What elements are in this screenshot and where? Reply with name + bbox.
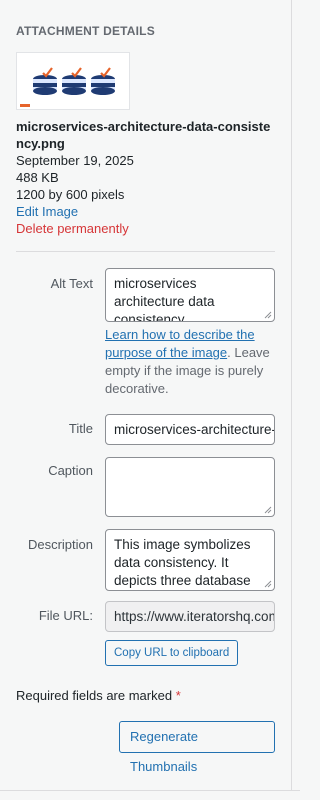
alt-text-row: Alt Text microservices architecture data… (16, 268, 275, 398)
edit-image-link[interactable]: Edit Image (16, 203, 275, 220)
file-name: microservices-architecture-data-consiste… (16, 119, 271, 151)
file-url-row: File URL: https://www.iteratorshq.com Co… (16, 601, 275, 666)
description-value: This image symbolizes data consistency. … (114, 537, 251, 588)
attachment-details-panel: ATTACHMENT DETAILS microservices-archite… (0, 0, 292, 790)
check-icon (42, 67, 53, 78)
copy-url-button[interactable]: Copy URL to clipboard (105, 640, 239, 666)
check-icon (71, 67, 82, 78)
panel-bottom-border (0, 790, 300, 791)
description-row: Description This image symbolizes data c… (16, 529, 275, 591)
title-field[interactable]: microservices-architecture-data-consiste… (105, 414, 275, 445)
title-label: Title (68, 421, 93, 436)
resize-handle-icon[interactable] (264, 580, 272, 588)
upload-date: September 19, 2025 (16, 153, 134, 168)
alt-text-field[interactable]: microservices architecture data consiste… (105, 268, 275, 322)
check-icon (100, 67, 111, 78)
image-dimensions: 1200 by 600 pixels (16, 187, 125, 202)
attachment-thumbnail[interactable] (16, 52, 130, 110)
alt-text-value: microservices architecture data consiste… (114, 276, 215, 322)
database-icon (33, 75, 57, 95)
caption-field[interactable] (105, 457, 275, 517)
section-heading: ATTACHMENT DETAILS (16, 24, 155, 38)
logo-mark (20, 104, 30, 107)
regenerate-thumbnails-button[interactable]: Regenerate Thumbnails (119, 721, 275, 774)
database-icon (91, 75, 115, 95)
divider (16, 251, 275, 252)
alt-text-help: Learn how to describe the purpose of the… (105, 326, 275, 398)
required-note-text: Required fields are marked (16, 688, 173, 703)
resize-handle-icon[interactable] (264, 311, 272, 319)
delete-permanently-link[interactable]: Delete permanently (16, 220, 275, 237)
description-field[interactable]: This image symbolizes data consistency. … (105, 529, 275, 591)
database-illustration (20, 67, 115, 107)
required-fields-note: Required fields are marked * (16, 688, 275, 703)
database-icon (62, 75, 86, 95)
caption-label: Caption (48, 463, 93, 478)
title-row: Title microservices-architecture-data-co… (16, 414, 275, 445)
required-star: * (175, 688, 181, 703)
alt-text-label: Alt Text (50, 276, 93, 291)
file-url-field[interactable]: https://www.iteratorshq.com (105, 601, 275, 632)
caption-row: Caption (16, 457, 275, 517)
description-label: Description (27, 537, 93, 552)
resize-handle-icon[interactable] (264, 506, 272, 514)
file-url-label: File URL: (38, 608, 93, 623)
file-size: 488 KB (16, 170, 59, 185)
